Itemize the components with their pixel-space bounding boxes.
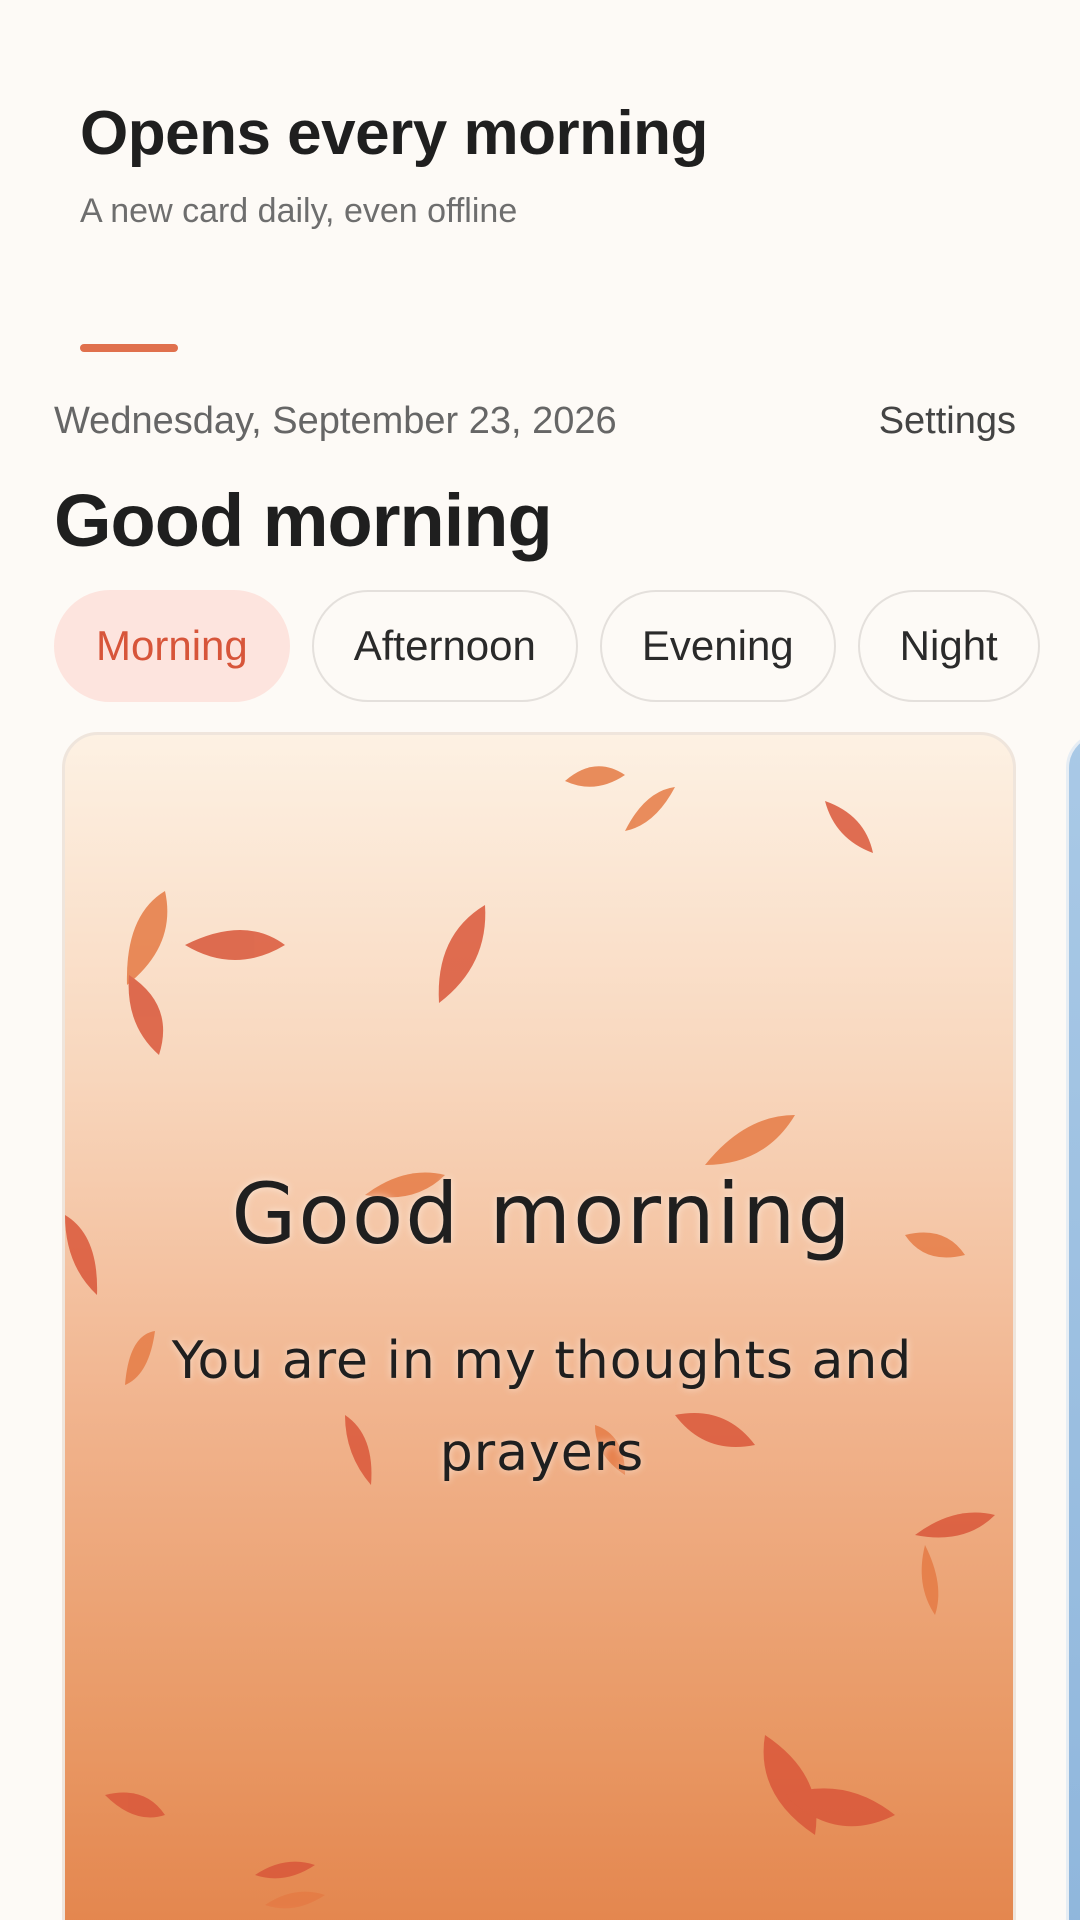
tab-night[interactable]: Night — [857, 590, 1040, 702]
settings-button[interactable]: Settings — [879, 400, 1016, 443]
current-date: Wednesday, September 23, 2026 — [54, 400, 617, 442]
accent-divider — [80, 344, 178, 352]
promo-subtitle: A new card daily, even offline — [80, 192, 518, 230]
greeting-card[interactable]: Good morning You are in my thoughts and … — [62, 732, 1016, 1920]
time-of-day-tabs: Morning Afternoon Evening Night — [54, 590, 1040, 702]
tab-morning[interactable]: Morning — [54, 590, 290, 702]
next-card-preview[interactable] — [1066, 732, 1080, 1920]
promo-title: Opens every morning — [80, 99, 708, 168]
app-screen: Opens every morning A new card daily, ev… — [0, 0, 1080, 1920]
card-message: You are in my thoughts and prayers — [171, 1331, 913, 1483]
greeting-heading: Good morning — [54, 479, 553, 562]
tab-evening[interactable]: Evening — [599, 590, 836, 702]
card-heading: Good morning — [231, 1165, 853, 1263]
tab-afternoon[interactable]: Afternoon — [311, 590, 578, 702]
